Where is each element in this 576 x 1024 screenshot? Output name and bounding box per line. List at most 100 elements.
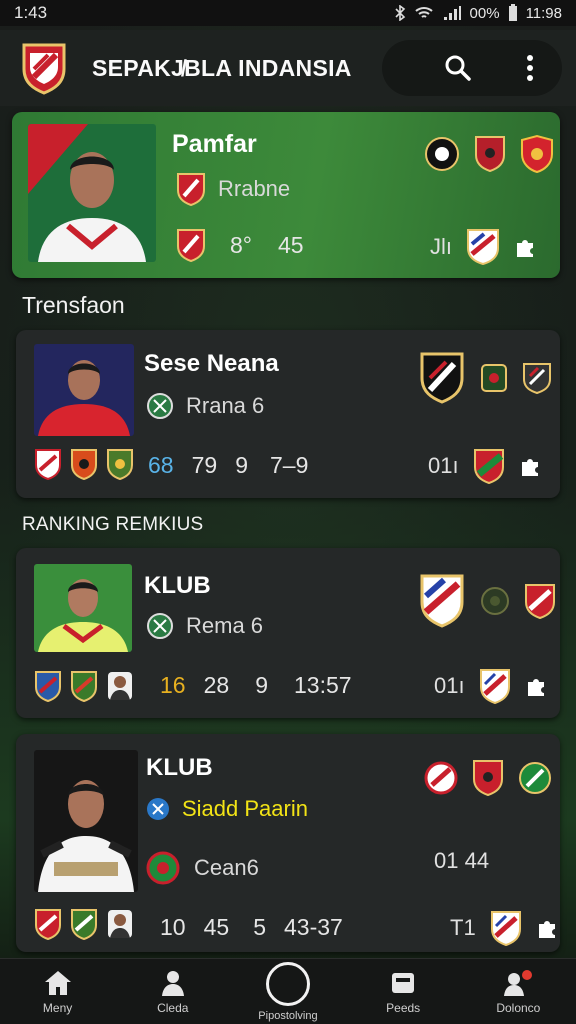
card-tail-secondary: T1: [450, 910, 558, 946]
player-stats-row: 16 28 9 13:57: [160, 672, 370, 699]
opponent-badges: [424, 134, 554, 174]
club-crest-icon: [35, 909, 61, 940]
club-crest-icon: [473, 449, 504, 484]
nav-label: Pipostolving: [258, 1009, 318, 1022]
nav-item-club[interactable]: Cleda: [123, 969, 223, 1015]
app-title: SEPAKJ̸BLA INDANSIA: [92, 54, 352, 81]
club-crest-icon: [424, 761, 458, 795]
club-crest-icon: [35, 671, 61, 702]
puzzle-icon[interactable]: [519, 455, 541, 477]
section-title: RANKING REMKIUS: [22, 514, 204, 535]
player-avatar-icon: [108, 672, 132, 700]
featured-player-card[interactable]: Pamfar Rrabne 8° 45 Jlı: [12, 112, 560, 278]
more-options-button[interactable]: [514, 52, 546, 84]
tail-text-secondary: T1: [450, 915, 476, 940]
nav-item-feeds[interactable]: Peeds: [353, 969, 453, 1015]
stat-value: 5: [253, 914, 266, 940]
nav-label: Cleda: [157, 1000, 189, 1015]
status-icons: 00% 11:98: [394, 4, 562, 22]
club-crest-icon: [473, 760, 503, 797]
stat-value: 7–9: [269, 452, 309, 478]
puzzle-icon[interactable]: [525, 675, 547, 697]
stat-value: 8°: [230, 231, 252, 258]
bluetooth-icon: [394, 5, 405, 21]
club-crest-icon: [107, 449, 133, 480]
tray-icon: [392, 972, 415, 993]
club-crest-icon: [481, 587, 509, 615]
club-crest-icon: [523, 363, 551, 394]
stat-value: 10: [160, 914, 186, 940]
club-crest-icon: [35, 449, 61, 480]
player-stats-row: 68 79 9 7–9: [148, 452, 326, 479]
club-crest-icon: [420, 352, 464, 404]
stat-value: 9: [235, 452, 248, 478]
player-photo: [34, 750, 138, 892]
opponent-badges: [418, 350, 552, 406]
nav-item-center[interactable]: Pipostolving: [238, 961, 338, 1022]
club-crest-icon: [177, 173, 205, 206]
club-crest-icon: [481, 364, 507, 392]
tail-text: 01ı: [434, 673, 465, 698]
puzzle-icon[interactable]: [514, 236, 536, 258]
player-avatar-icon: [108, 910, 132, 938]
nav-label: Peeds: [386, 1000, 421, 1015]
player-club-name: Rrana 6: [186, 393, 265, 418]
player-club-row: Rema 6: [146, 612, 263, 640]
more-vertical-icon: [527, 55, 533, 81]
player-photo: [34, 344, 134, 436]
player-stats-row: 10 45 5 43-37: [160, 914, 361, 941]
battery-icon: [508, 4, 517, 21]
club-crest-icon: [490, 911, 521, 946]
signal-icon: [443, 6, 461, 20]
opponent-badges: [424, 758, 552, 798]
club-crest-icon: [420, 574, 464, 628]
club-crest-icon: [475, 136, 505, 173]
club-crest-icon: [71, 449, 97, 480]
ball-icon: [265, 961, 310, 1006]
puzzle-icon[interactable]: [536, 917, 558, 939]
search-icon: [445, 55, 471, 81]
player-club-row: Rrana 6: [146, 392, 264, 420]
app-actions: [382, 40, 562, 96]
nav-item-profile[interactable]: Dolonco: [468, 969, 568, 1015]
club-crest-icon: [525, 584, 555, 619]
player-name: Sese Neana: [144, 350, 279, 377]
stat-value: 9: [255, 672, 268, 698]
stat-value: 68: [148, 452, 174, 478]
stat-value: 45: [203, 914, 230, 940]
app-bar: SEPAKJ̸BLA INDANSIA: [0, 30, 576, 106]
pitch-icon: [147, 798, 169, 820]
player-club-name: Siadd Paarin: [182, 796, 308, 821]
club-crest-icon: [467, 229, 499, 266]
player-club-name: Rrabne: [218, 176, 291, 201]
player-card[interactable]: KLUB Rema 6 16 28 9 13:57 01ı: [16, 548, 560, 718]
card-tail: 01ı: [434, 668, 547, 704]
player-card[interactable]: KLUB Siadd Paarin Cean6 10 45 5 43-37 01…: [16, 734, 560, 952]
featured-tail: Jlı: [430, 228, 536, 266]
search-button[interactable]: [442, 52, 474, 84]
stat-value: 28: [203, 672, 230, 698]
club-badges: [34, 670, 134, 702]
player-photo: [28, 124, 156, 262]
status-clock: 11:98: [525, 4, 562, 22]
player-club-name: Rema 6: [186, 613, 264, 638]
stat-value: 43-37: [283, 914, 343, 940]
player-card[interactable]: Sese Neana Rrana 6 68 79 9 7–9 01ı: [16, 330, 560, 498]
section-title: Trensfaon: [22, 292, 125, 318]
wifi-icon: [414, 7, 433, 18]
player-photo: [34, 564, 132, 652]
club-crest-icon: [479, 669, 510, 704]
club-crest-icon: [146, 851, 180, 885]
pitch-icon: [147, 393, 173, 419]
stat-value: 13:57: [293, 672, 352, 698]
nav-item-home[interactable]: Meny: [8, 969, 108, 1015]
club-crest-icon: [425, 137, 459, 171]
users-notification-icon: [504, 969, 533, 996]
tail-text: 01ı: [428, 453, 459, 478]
app-logo-icon: [22, 43, 66, 95]
club-crest-icon: [177, 229, 205, 262]
player-stats-row: 8° 45: [176, 228, 322, 262]
club-crest-icon: [71, 909, 97, 940]
player-club-name-secondary: Cean6: [194, 855, 259, 880]
player-club-row: Rrabne: [176, 172, 290, 206]
